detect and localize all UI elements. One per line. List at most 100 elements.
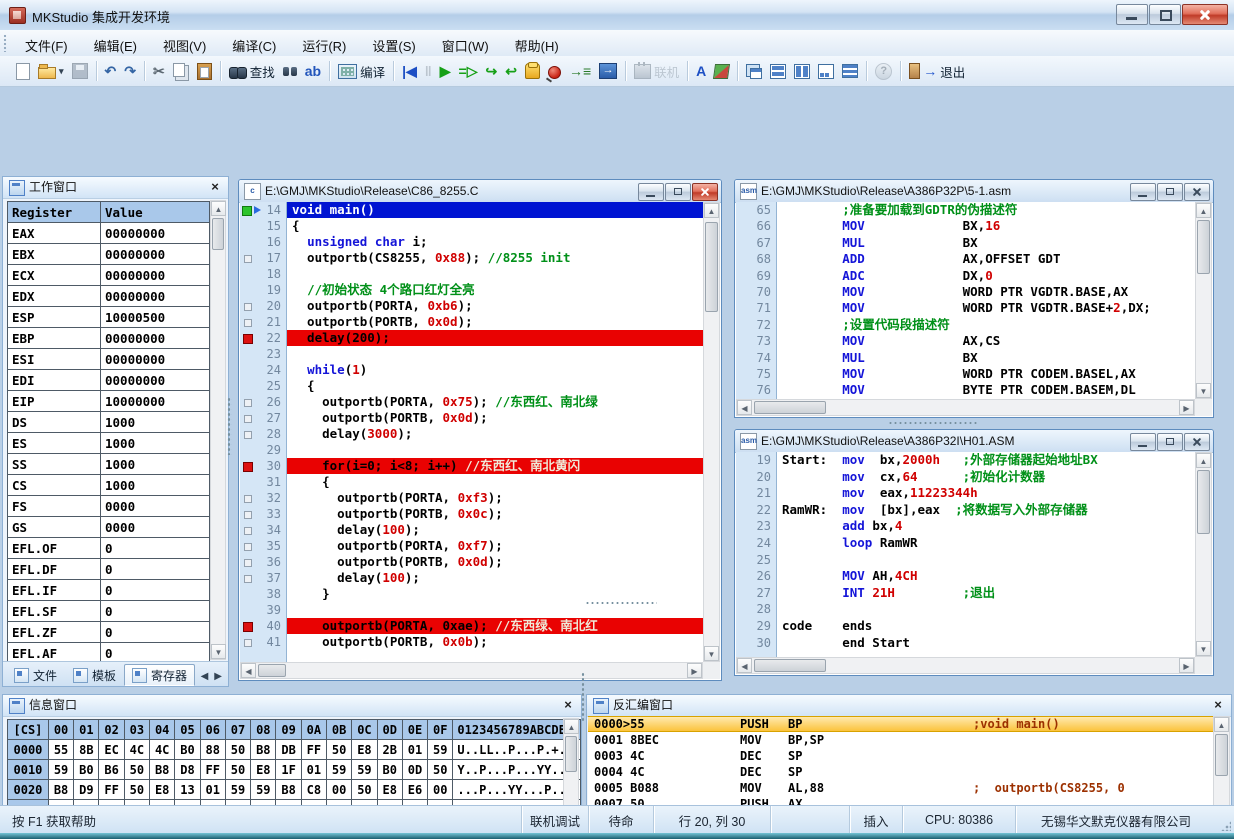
tile-horizontal-button[interactable]: [767, 62, 789, 81]
code-line[interactable]: //初始状态 4个路口红灯全亮: [287, 282, 703, 298]
horizontal-scrollbar[interactable]: ◀▶: [736, 399, 1195, 416]
scroll-left-icon[interactable]: ◀: [737, 658, 752, 673]
byte-cell[interactable]: E8: [150, 780, 175, 800]
hex-row[interactable]: 0000558BEC4C4CB08850B8DBFF50E82B0159U..L…: [8, 740, 581, 760]
register-row[interactable]: FS0000: [8, 496, 210, 517]
tab-scroll-right-icon[interactable]: ▶: [214, 671, 222, 682]
byte-cell[interactable]: 13: [175, 780, 200, 800]
menu-item-1[interactable]: 文件(F): [12, 34, 81, 57]
tab-registers[interactable]: 寄存器: [124, 664, 195, 686]
code-line[interactable]: outportb(PORTA, 0xf3);: [287, 490, 703, 506]
go-cursor-button[interactable]: →: [596, 61, 620, 81]
find-button[interactable]: 查找: [226, 60, 278, 83]
tab-templates[interactable]: 模板: [65, 664, 124, 686]
disassembly-row[interactable]: 0003 4CDECSP: [588, 748, 1213, 764]
code-line[interactable]: void main(): [287, 202, 703, 218]
vertical-scrollbar[interactable]: ▲▼: [1195, 202, 1212, 399]
byte-cell[interactable]: 4C: [124, 740, 149, 760]
byte-cell[interactable]: B8: [251, 740, 276, 760]
editor-title-bar[interactable]: cE:\GMJ\MKStudio\Release\C86_8255.C: [239, 180, 721, 203]
register-row[interactable]: EAX00000000: [8, 223, 210, 244]
code-line[interactable]: }: [287, 586, 703, 602]
scroll-thumb[interactable]: [705, 222, 718, 312]
disassembly-row[interactable]: 0000>55PUSHBP;void main(): [588, 716, 1213, 732]
code-line[interactable]: outportb(PORTB, 0x0d);: [287, 410, 703, 426]
register-row[interactable]: ES1000: [8, 433, 210, 454]
byte-cell[interactable]: B8: [276, 780, 301, 800]
editor-minimize-button[interactable]: [638, 183, 664, 201]
code-line[interactable]: delay(3000);: [287, 426, 703, 442]
minimize-button[interactable]: [1116, 4, 1148, 25]
scroll-up-icon[interactable]: ▲: [1196, 453, 1211, 468]
byte-cell[interactable]: 01: [402, 740, 427, 760]
hex-row[interactable]: 001059B0B650B8D8FF50E81F015959B00D50Y..P…: [8, 760, 581, 780]
disassembly-row[interactable]: 0005 B088MOVAL,88; outportb(CS8255, 0: [588, 780, 1213, 796]
byte-cell[interactable]: 01: [200, 780, 225, 800]
code-line[interactable]: delay(200);: [287, 330, 703, 346]
code-line[interactable]: INT 21H ;退出: [777, 585, 1195, 602]
code-line[interactable]: MOV BX,16: [777, 218, 1195, 234]
menu-item-7[interactable]: 窗口(W): [429, 34, 502, 57]
byte-cell[interactable]: B8: [48, 780, 73, 800]
editor-minimize-button[interactable]: [1130, 183, 1156, 201]
register-row[interactable]: EBX00000000: [8, 244, 210, 265]
byte-cell[interactable]: 50: [124, 760, 149, 780]
scroll-down-icon[interactable]: ▼: [1196, 641, 1211, 656]
restore-button[interactable]: [1149, 4, 1181, 25]
window-resize-grip[interactable]: [1216, 806, 1234, 834]
byte-cell[interactable]: EC: [99, 740, 124, 760]
byte-cell[interactable]: E6: [402, 780, 427, 800]
breakpoint-icon[interactable]: [243, 462, 253, 472]
compile-button[interactable]: 编译: [335, 60, 388, 83]
code-line[interactable]: outportb(CS8255, 0x88); //8255 init: [287, 250, 703, 266]
stop-hand-button[interactable]: [522, 61, 543, 81]
redo-button[interactable]: ↷: [121, 61, 139, 81]
code-line[interactable]: delay(100);: [287, 522, 703, 538]
disassembly-row[interactable]: 0004 4CDECSP: [588, 764, 1213, 780]
code-line[interactable]: MOV WORD PTR VGDTR.BASE+2,DX;: [777, 300, 1195, 316]
code-line[interactable]: unsigned char i;: [287, 234, 703, 250]
register-row[interactable]: ESI00000000: [8, 349, 210, 370]
scroll-up-icon[interactable]: ▲: [1214, 717, 1229, 732]
code-line[interactable]: delay(100);: [287, 570, 703, 586]
code-line[interactable]: Start: mov bx,2000h ;外部存储器起始地址BX: [777, 452, 1195, 469]
byte-cell[interactable]: 59: [428, 740, 453, 760]
byte-cell[interactable]: 2B: [377, 740, 402, 760]
scroll-up-icon[interactable]: ▲: [564, 719, 579, 734]
arrange-windows-button[interactable]: [815, 62, 837, 81]
register-row[interactable]: EBP00000000: [8, 328, 210, 349]
resize-grip[interactable]: [703, 662, 720, 679]
scroll-down-icon[interactable]: ▼: [704, 646, 719, 661]
scroll-thumb[interactable]: [1197, 220, 1210, 274]
byte-cell[interactable]: 59: [225, 780, 250, 800]
menu-item-5[interactable]: 运行(R): [289, 34, 359, 57]
scroll-thumb[interactable]: [1197, 470, 1210, 534]
scroll-thumb[interactable]: [565, 736, 577, 772]
code-line[interactable]: outportb(PORTB, 0x0b);: [287, 634, 703, 650]
code-line[interactable]: outportb(PORTA, 0xae); //东西绿、南北红: [287, 618, 703, 634]
menu-item-3[interactable]: 视图(V): [150, 34, 219, 57]
run-button[interactable]: ▶: [437, 61, 454, 81]
register-row[interactable]: ECX00000000: [8, 265, 210, 286]
byte-cell[interactable]: C8: [301, 780, 326, 800]
code-line[interactable]: [777, 552, 1195, 569]
horizontal-splitter[interactable]: [585, 601, 657, 606]
tab-files[interactable]: 文件: [6, 664, 65, 686]
code-line[interactable]: {: [287, 474, 703, 490]
code-line[interactable]: code ends: [777, 618, 1195, 635]
code-line[interactable]: [287, 346, 703, 362]
cascade-windows-button[interactable]: [743, 62, 765, 81]
code-line[interactable]: ;设置代码段描述符: [777, 317, 1195, 333]
hex-row[interactable]: 0020B8D9FF50E813015959B8C80050E8E600...P…: [8, 780, 581, 800]
register-row[interactable]: EIP10000000: [8, 391, 210, 412]
editor-title-bar[interactable]: asmE:\GMJ\MKStudio\Release\A386P32P\5-1.…: [735, 180, 1213, 203]
breakpoint-icon[interactable]: [243, 622, 253, 632]
byte-cell[interactable]: B8: [150, 760, 175, 780]
code-line[interactable]: {: [287, 218, 703, 234]
vertical-scrollbar[interactable]: ▲▼: [1195, 452, 1212, 657]
register-row[interactable]: EFL.OF0: [8, 538, 210, 559]
replace-button[interactable]: ab: [302, 61, 324, 81]
breakpoint-button[interactable]: [545, 62, 564, 81]
byte-cell[interactable]: 88: [200, 740, 225, 760]
close-button[interactable]: [1182, 4, 1228, 25]
